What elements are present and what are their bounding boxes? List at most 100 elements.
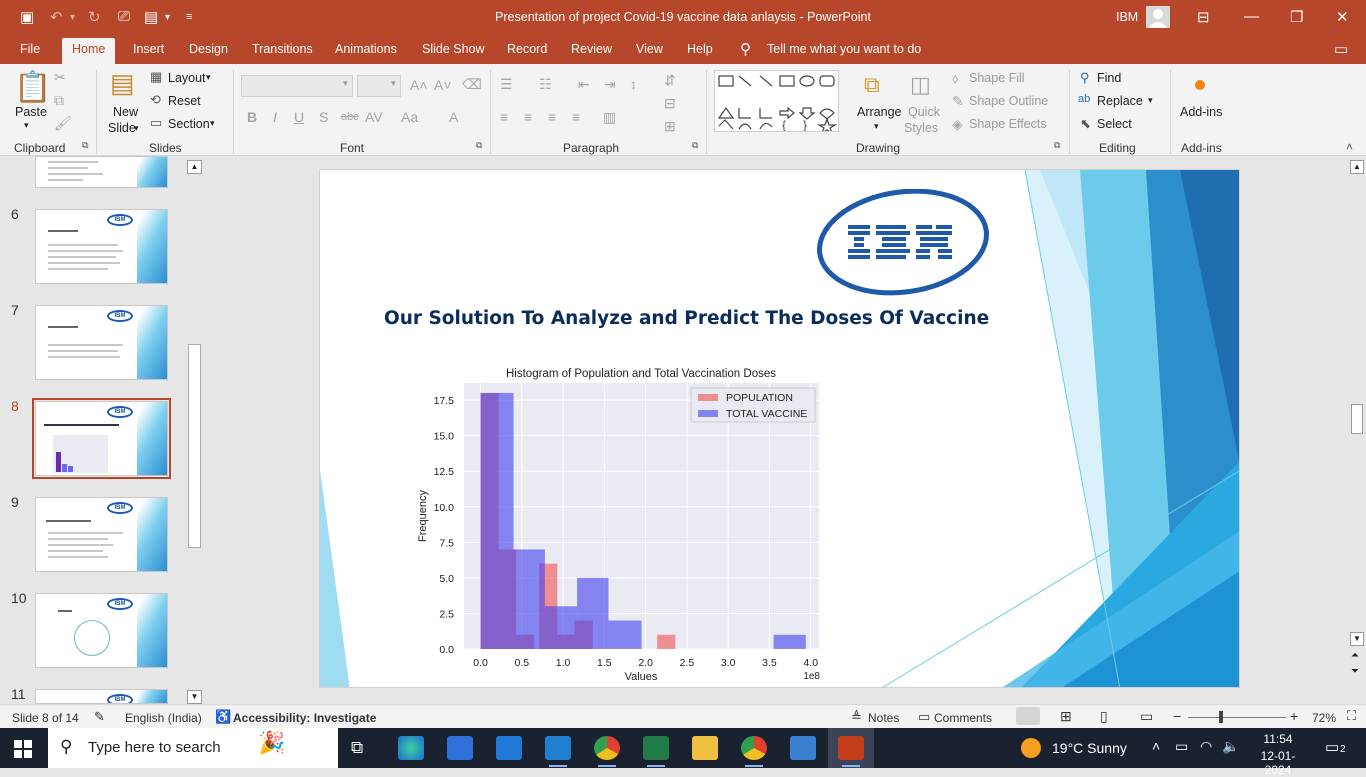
format-painter-icon[interactable]: 🖌 <box>54 115 72 132</box>
bold-icon[interactable]: B <box>247 109 257 125</box>
new-slide-button-label2[interactable]: Slide <box>108 121 136 135</box>
bullets-icon[interactable]: ☰ <box>500 76 513 93</box>
vscode-icon[interactable] <box>545 736 571 760</box>
quick-styles-button-label2[interactable]: Styles <box>904 121 938 135</box>
scroll-down-icon[interactable]: ▼ <box>187 690 202 704</box>
shape-fill-button[interactable]: Shape Fill <box>969 71 1025 85</box>
increase-font-icon[interactable]: A˄ <box>410 77 428 93</box>
tab-animations[interactable]: Animations <box>335 42 397 56</box>
chrome-icon[interactable] <box>594 736 620 760</box>
align-center-icon[interactable]: ≡ <box>524 109 532 125</box>
section-dropdown-icon[interactable]: ▾ <box>210 118 215 129</box>
layout-button[interactable]: Layout <box>168 71 206 85</box>
text-direction-icon[interactable]: ⇵ <box>664 72 676 89</box>
notification-icon[interactable]: ▭ <box>1325 738 1339 756</box>
add-ins-icon[interactable] <box>1195 80 1205 90</box>
volume-icon[interactable]: 🔈 <box>1222 738 1239 755</box>
layout-dropdown-icon[interactable]: ▾ <box>206 72 211 83</box>
next-slide-icon[interactable]: ⏷ <box>1351 666 1359 677</box>
windows-start-icon[interactable] <box>14 740 32 758</box>
tray-chevron-icon[interactable]: ˄ <box>1152 738 1160 754</box>
edge-icon[interactable] <box>398 736 424 760</box>
thumbnail-slide-6[interactable]: IBM <box>35 209 168 284</box>
collapse-ribbon-icon[interactable]: ˄ <box>1346 140 1353 154</box>
excel-icon[interactable] <box>643 736 669 760</box>
thumbnail-slide-7[interactable]: IBM <box>35 305 168 380</box>
new-slide-icon[interactable]: ▤ <box>110 68 135 99</box>
wifi-icon[interactable]: ◠ <box>1200 738 1212 755</box>
thumbnail-scroll-thumb[interactable] <box>188 344 201 548</box>
font-size-dropdown-icon[interactable]: ▾ <box>391 78 396 89</box>
store-icon[interactable] <box>447 736 473 760</box>
font-name-dropdown-icon[interactable]: ▾ <box>343 78 348 89</box>
shapes-gallery[interactable]: {} <box>714 70 852 132</box>
reading-view-icon[interactable]: ▯ <box>1100 708 1108 725</box>
thumbnail-slide-8[interactable]: IBM <box>35 401 168 476</box>
photos-icon[interactable] <box>790 736 816 760</box>
thumbnail-slide-9[interactable]: IBM <box>35 497 168 572</box>
zoom-slider[interactable] <box>1188 717 1286 718</box>
file-explorer-icon[interactable] <box>692 736 718 760</box>
font-launcher-icon[interactable]: ⧉ <box>476 140 482 151</box>
account-name[interactable]: IBM <box>1116 10 1138 24</box>
italic-icon[interactable]: I <box>273 109 277 125</box>
slide-show-icon[interactable]: ▭ <box>1140 708 1153 725</box>
powerpoint-icon[interactable] <box>838 736 864 760</box>
zoom-level[interactable]: 72% <box>1312 711 1336 725</box>
decrease-indent-icon[interactable]: ⇤ <box>578 76 590 93</box>
drawing-launcher-icon[interactable]: ⧉ <box>1054 140 1060 151</box>
fit-slide-icon[interactable]: ⛶ <box>1347 708 1356 724</box>
task-view-icon[interactable]: ⧉ <box>351 738 363 758</box>
tab-file[interactable]: File <box>20 42 40 56</box>
thumbnail-slide-11[interactable]: IBM <box>35 689 168 704</box>
shadow-icon[interactable]: S <box>319 109 328 125</box>
weather-sun-icon[interactable] <box>1021 738 1041 758</box>
clock-time[interactable]: 11:54 <box>1248 732 1308 746</box>
align-right-icon[interactable]: ≡ <box>548 109 556 125</box>
arrange-dropdown-icon[interactable]: ▾ <box>874 121 879 132</box>
notes-button[interactable]: Notes <box>868 711 899 725</box>
thumbnail-slide-5[interactable] <box>35 156 168 188</box>
tab-slide-show[interactable]: Slide Show <box>422 42 485 56</box>
cut-icon[interactable]: ✂ <box>54 69 66 86</box>
clear-formatting-icon[interactable]: ⌫ <box>462 76 482 93</box>
justify-icon[interactable]: ≡ <box>572 109 580 125</box>
zoom-slider-thumb[interactable] <box>1219 711 1223 723</box>
align-left-icon[interactable]: ≡ <box>500 109 508 125</box>
tab-view[interactable]: View <box>636 42 663 56</box>
shapes-gallery-scroll[interactable] <box>838 70 852 132</box>
slide-title[interactable]: Our Solution To Analyze and Predict The … <box>384 308 989 329</box>
tab-insert[interactable]: Insert <box>133 42 164 56</box>
weather-text[interactable]: 19°C Sunny <box>1052 740 1127 756</box>
change-case-icon[interactable]: Aa <box>401 109 418 125</box>
slide-scroll-thumb[interactable] <box>1351 404 1363 434</box>
shape-effects-button[interactable]: Shape Effects <box>969 117 1047 131</box>
minimize-icon[interactable]: — <box>1244 8 1259 25</box>
zoom-out-icon[interactable]: − <box>1173 708 1181 724</box>
font-name-box[interactable] <box>241 75 353 97</box>
select-button[interactable]: Select <box>1097 117 1132 131</box>
previous-slide-icon[interactable]: ⏶ <box>1351 650 1359 661</box>
numbering-icon[interactable]: ☷ <box>539 76 552 93</box>
thumbnail-slide-10[interactable]: IBM <box>35 593 168 668</box>
reset-button[interactable]: Reset <box>168 94 201 108</box>
copy-icon[interactable]: ⧉ <box>54 92 64 109</box>
line-spacing-icon[interactable]: ↕ <box>630 76 637 92</box>
taskbar-search[interactable]: ⚲ Type here to search 🎉 <box>48 728 338 768</box>
ribbon-display-options-icon[interactable]: ⊟ <box>1197 8 1210 26</box>
scroll-up-icon[interactable]: ▲ <box>1350 160 1364 174</box>
mail-icon[interactable] <box>496 736 522 760</box>
tab-record[interactable]: Record <box>507 42 547 56</box>
chrome-profile-icon[interactable] <box>741 736 767 760</box>
arrange-button[interactable]: Arrange <box>857 105 901 119</box>
tab-home[interactable]: Home <box>62 38 116 64</box>
paste-button[interactable]: Paste <box>15 105 47 119</box>
thumbnail-scrollbar[interactable]: ▲ ▼ <box>186 158 204 704</box>
paragraph-launcher-icon[interactable]: ⧉ <box>692 140 698 151</box>
character-spacing-icon[interactable]: AV <box>365 109 383 125</box>
comments-icon[interactable]: ▭ <box>1334 40 1348 58</box>
close-icon[interactable]: ✕ <box>1336 8 1349 26</box>
add-ins-button[interactable]: Add-ins <box>1180 105 1222 119</box>
maximize-icon[interactable]: ❐ <box>1290 8 1303 26</box>
zoom-in-icon[interactable]: + <box>1290 708 1298 724</box>
